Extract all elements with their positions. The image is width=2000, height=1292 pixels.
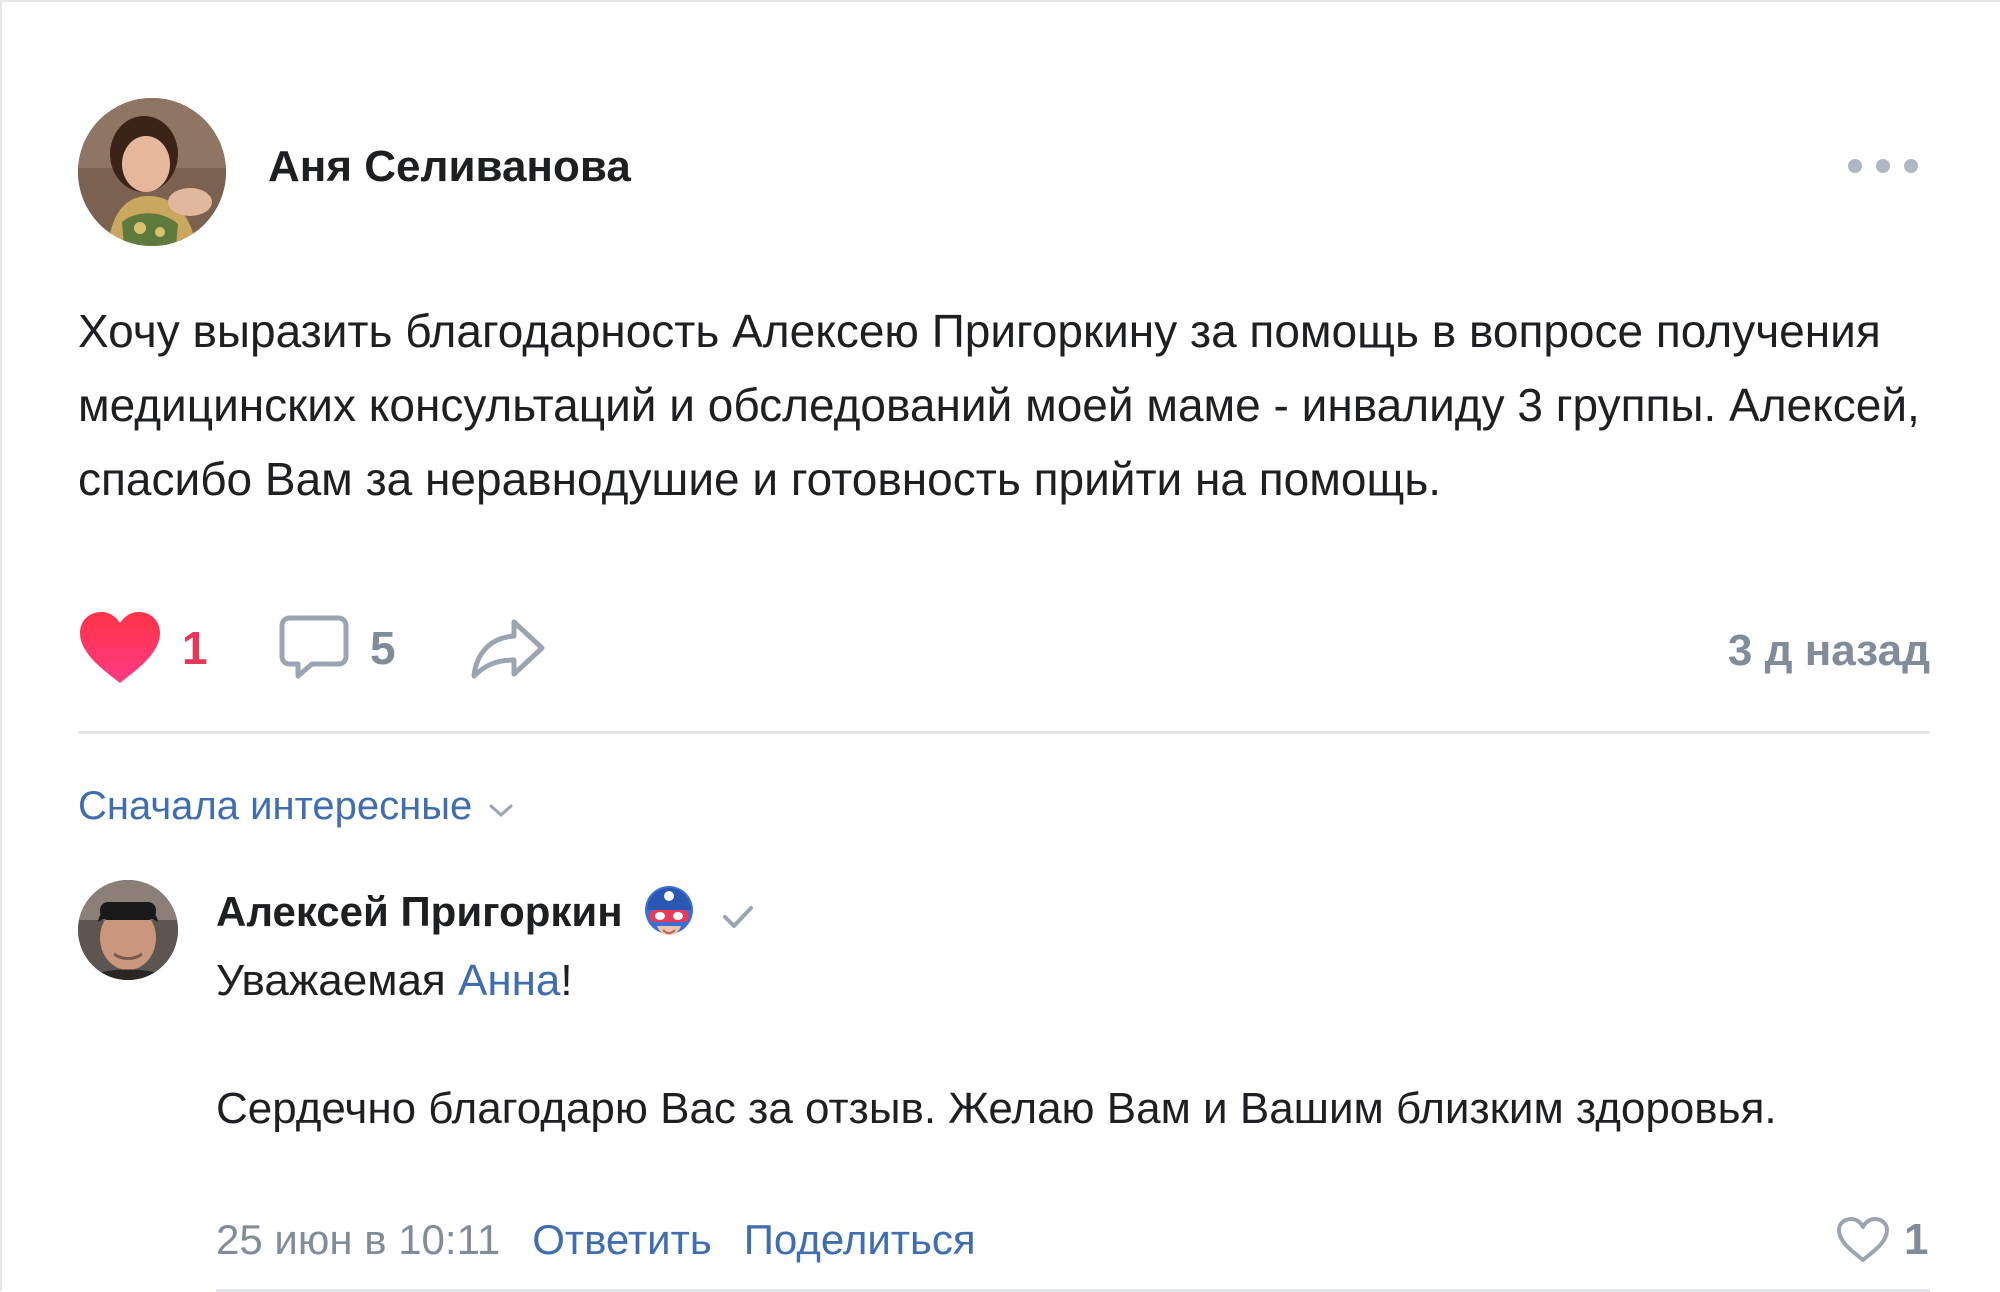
dot	[1904, 159, 1918, 173]
comment-header: Алексей Пригоркин	[216, 872, 755, 952]
share-button[interactable]	[470, 608, 546, 688]
chevron-down-icon	[489, 804, 513, 817]
post-author-name[interactable]: Аня Селиванова	[268, 142, 631, 192]
post-card: Аня Селиванова Хочу выразить благодарнос…	[0, 0, 2000, 1292]
post-header: Аня Селиванова	[78, 98, 1918, 248]
heart-outline-icon	[1837, 1217, 1889, 1262]
more-options-icon[interactable]	[1848, 146, 1918, 186]
share-comment-button[interactable]: Поделиться	[744, 1216, 976, 1264]
user-avatar-photo-icon	[78, 98, 226, 246]
greeting-suffix: !	[560, 956, 573, 1005]
comment-button[interactable]: 5	[278, 608, 396, 688]
comments-sort-dropdown[interactable]: Сначала интересные	[78, 784, 514, 829]
comment-bubble-icon	[279, 615, 349, 679]
comment-author-avatar[interactable]	[78, 880, 178, 980]
hero-mask-badge-icon[interactable]	[641, 880, 697, 944]
like-count: 1	[182, 622, 208, 674]
heart-filled-icon	[80, 612, 160, 683]
like-button[interactable]: 1	[78, 608, 208, 688]
checkmark-icon	[722, 906, 753, 928]
post-timestamp[interactable]: 3 д назад	[1728, 626, 1930, 676]
sort-label: Сначала интересные	[78, 784, 473, 828]
share-arrow-icon	[471, 619, 545, 679]
comment-greeting: Уважаемая Анна!	[216, 948, 1916, 1014]
comment-body: Сердечно благодарю Вас за отзыв. Желаю В…	[216, 1084, 1777, 1133]
author-avatar[interactable]	[78, 98, 226, 246]
post-text: Хочу выразить благодарность Алексею Приг…	[78, 305, 1920, 505]
comment-author-name[interactable]: Алексей Пригоркин	[216, 888, 623, 936]
comment-date[interactable]: 25 июн в 10:11	[216, 1216, 500, 1264]
comment-like-button[interactable]: 1	[1836, 1210, 1928, 1270]
comment-count: 5	[370, 622, 396, 674]
user-avatar-photo-icon	[78, 880, 178, 980]
mention-link[interactable]: Анна	[458, 956, 560, 1005]
reply-button[interactable]: Ответить	[532, 1216, 712, 1264]
comment-like-count: 1	[1904, 1215, 1929, 1264]
greeting-prefix: Уважаемая	[216, 956, 458, 1005]
comment-meta: 25 июн в 10:11 Ответить Поделиться	[216, 1212, 976, 1268]
comment-text: Уважаемая Анна! Сердечно благодарю Вас з…	[216, 948, 1916, 1142]
dot	[1876, 159, 1890, 173]
dot	[1848, 159, 1862, 173]
divider	[78, 731, 1930, 734]
post-actions: 1 5 3 д назад	[78, 608, 1930, 688]
